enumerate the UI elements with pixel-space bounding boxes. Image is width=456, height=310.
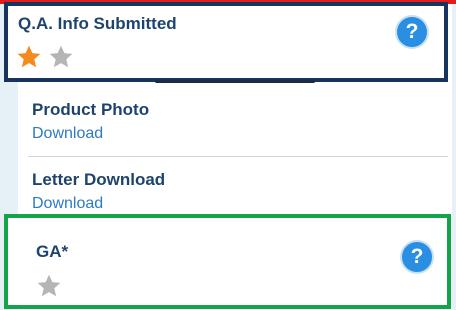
right-background-strip (452, 0, 456, 310)
star-filled-icon[interactable] (16, 44, 42, 70)
product-photo-title: Product Photo (32, 100, 150, 119)
star-empty-icon[interactable] (36, 273, 62, 299)
product-photo-download-link[interactable]: Download (32, 125, 103, 143)
divider (28, 156, 448, 157)
qa-info-section: Q.A. Info Submitted ? (4, 2, 448, 82)
letter-download-link[interactable]: Download (32, 195, 103, 213)
ga-section: GA* ? (4, 214, 451, 309)
star-empty-icon[interactable] (48, 44, 74, 70)
section-shadow (155, 80, 315, 83)
ga-title: GA* (36, 242, 69, 261)
qa-info-title: Q.A. Info Submitted (18, 14, 177, 33)
question-mark-icon[interactable]: ? (395, 15, 429, 49)
letter-download-title: Letter Download (32, 170, 166, 189)
question-mark-icon[interactable]: ? (400, 240, 434, 274)
